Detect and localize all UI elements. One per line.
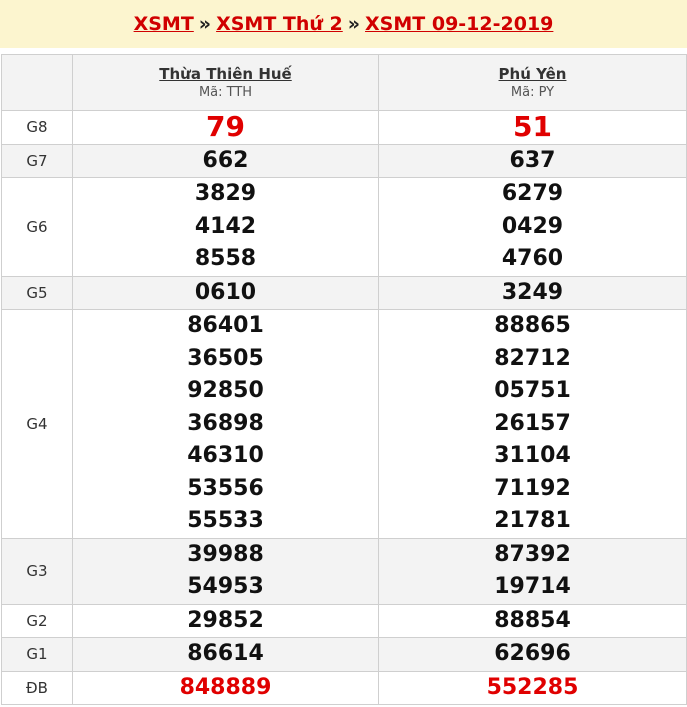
province-header-py: Phú Yên Mã: PY <box>378 54 687 111</box>
prize-number: 82712 <box>494 345 571 371</box>
prize-row-g5: G5 0610 3249 <box>1 275 687 310</box>
prize-number: 86401 <box>187 313 264 338</box>
prize-cell: 662 <box>72 143 379 178</box>
prize-cell: 552285 <box>378 670 687 705</box>
prize-number: 4760 <box>501 246 564 271</box>
breadcrumb-link-xsmt-weekday[interactable]: XSMT Thứ 2 <box>216 13 343 35</box>
prize-number: 54953 <box>187 574 264 599</box>
prize-cell: 51 <box>378 110 687 145</box>
breadcrumb-link-xsmt[interactable]: XSMT <box>134 13 194 35</box>
prize-number: 86614 <box>187 641 264 666</box>
prize-cell: 29852 <box>72 603 379 638</box>
prize-row-db: ĐB 848889 552285 <box>1 670 687 705</box>
prize-number: 36505 <box>187 345 264 371</box>
results-table: Thừa Thiên Huế Mã: TTH Phú Yên Mã: PY G8… <box>1 54 687 705</box>
prize-label: G5 <box>1 275 73 310</box>
prize-cell: 79 <box>72 110 379 145</box>
prize-number: 55533 <box>187 508 264 533</box>
breadcrumb: XSMT» XSMT Thứ 2» XSMT 09-12-2019 <box>0 0 687 48</box>
prize-cell: 87392 19714 <box>378 537 687 605</box>
prize-row-g8: G8 79 51 <box>1 110 687 145</box>
prize-row-g1: G1 86614 62696 <box>1 637 687 672</box>
prize-row-g4: G4 86401 36505 92850 36898 46310 53556 5… <box>1 309 687 539</box>
prize-cell: 88854 <box>378 603 687 638</box>
prize-number: 79 <box>206 110 245 143</box>
prize-cell: 848889 <box>72 670 379 705</box>
special-prize-number: 552285 <box>486 674 579 700</box>
province-code: Mã: PY <box>510 84 555 100</box>
prize-number: 05751 <box>494 378 571 403</box>
prize-row-g6: G6 3829 4142 8558 6279 0429 4760 <box>1 177 687 277</box>
prize-number: 4142 <box>194 213 257 239</box>
prize-number: 36898 <box>187 410 264 436</box>
prize-label: G3 <box>1 537 73 605</box>
prize-label: G8 <box>1 110 73 145</box>
prize-number: 8558 <box>194 246 257 271</box>
prize-cell: 86401 36505 92850 36898 46310 53556 5553… <box>72 309 379 539</box>
prize-number: 19714 <box>494 574 571 599</box>
prize-number: 6279 <box>501 181 564 206</box>
prize-label: G6 <box>1 177 73 277</box>
prize-number: 29852 <box>187 607 264 633</box>
prize-row-g3: G3 39988 54953 87392 19714 <box>1 537 687 605</box>
prize-number: 3829 <box>194 181 257 206</box>
prize-number: 31104 <box>494 443 571 468</box>
prize-number: 39988 <box>187 541 264 567</box>
province-name-link[interactable]: Phú Yên <box>379 64 686 84</box>
prize-cell: 3249 <box>378 275 687 310</box>
province-name-link[interactable]: Thừa Thiên Huế <box>73 64 378 84</box>
prize-number: 21781 <box>494 508 571 533</box>
prize-number: 62696 <box>494 641 571 666</box>
prize-cell: 3829 4142 8558 <box>72 177 379 277</box>
prize-label: G2 <box>1 603 73 638</box>
prize-cell: 86614 <box>72 637 379 672</box>
prize-number: 3249 <box>501 279 564 305</box>
prize-label: G1 <box>1 637 73 672</box>
prize-number: 53556 <box>187 475 264 501</box>
prize-row-g2: G2 29852 88854 <box>1 603 687 638</box>
breadcrumb-separator: » <box>198 13 212 35</box>
prize-number: 88865 <box>494 313 571 338</box>
prize-number: 71192 <box>494 475 571 501</box>
prize-label: G4 <box>1 309 73 539</box>
breadcrumb-separator: » <box>347 13 361 35</box>
prize-row-g7: G7 662 637 <box>1 143 687 178</box>
prize-label: G7 <box>1 143 73 178</box>
prize-cell: 6279 0429 4760 <box>378 177 687 277</box>
prize-number: 92850 <box>187 378 264 403</box>
prize-number: 51 <box>513 110 552 143</box>
prize-number: 662 <box>202 147 249 173</box>
prize-cell: 39988 54953 <box>72 537 379 605</box>
prize-number: 88854 <box>494 607 571 633</box>
table-header-row: Thừa Thiên Huế Mã: TTH Phú Yên Mã: PY <box>1 54 687 111</box>
corner-cell <box>1 54 73 111</box>
prize-cell: 88865 82712 05751 26157 31104 71192 2178… <box>378 309 687 539</box>
prize-number: 26157 <box>494 410 571 436</box>
prize-cell: 637 <box>378 143 687 178</box>
prize-cell: 62696 <box>378 637 687 672</box>
province-code: Mã: TTH <box>198 84 253 100</box>
prize-number: 0610 <box>194 279 257 305</box>
prize-label: ĐB <box>1 670 73 705</box>
province-header-tth: Thừa Thiên Huế Mã: TTH <box>72 54 379 111</box>
prize-number: 87392 <box>494 541 571 567</box>
prize-number: 46310 <box>187 443 264 468</box>
prize-number: 0429 <box>501 213 564 239</box>
prize-cell: 0610 <box>72 275 379 310</box>
special-prize-number: 848889 <box>179 674 272 700</box>
breadcrumb-link-xsmt-date[interactable]: XSMT 09-12-2019 <box>365 13 553 35</box>
prize-number: 637 <box>509 147 556 173</box>
